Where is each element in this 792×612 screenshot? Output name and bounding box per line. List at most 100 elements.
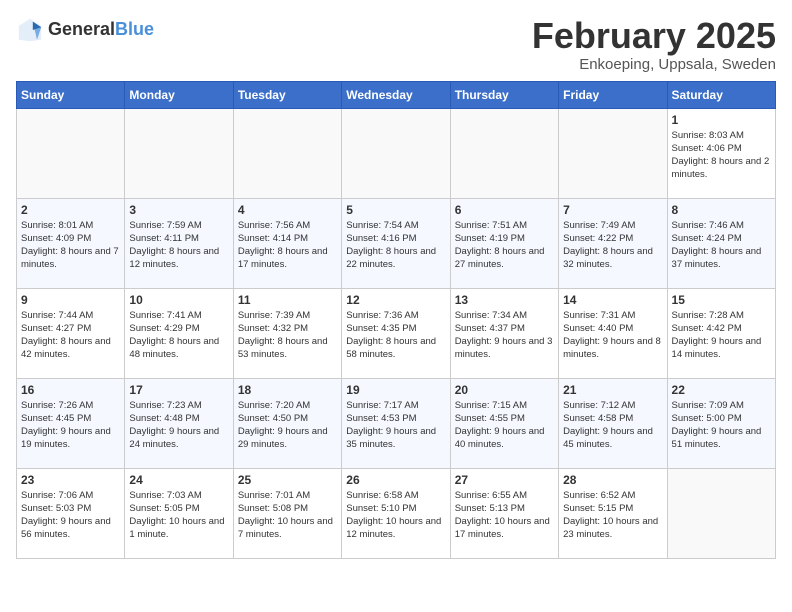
table-row: 6 Sunrise: 7:51 AM Sunset: 4:19 PM Daylig…	[450, 198, 558, 288]
day-detail: Sunrise: 7:01 AM Sunset: 5:08 PM Dayligh…	[238, 489, 337, 542]
table-row	[450, 108, 558, 198]
table-row: 13 Sunrise: 7:34 AM Sunset: 4:37 PM Dayli…	[450, 288, 558, 378]
logo-icon	[16, 16, 44, 44]
day-detail: Sunrise: 8:03 AM Sunset: 4:06 PM Dayligh…	[672, 129, 771, 182]
table-row	[667, 468, 775, 558]
table-row: 25 Sunrise: 7:01 AM Sunset: 5:08 PM Dayli…	[233, 468, 341, 558]
day-detail: Sunrise: 8:01 AM Sunset: 4:09 PM Dayligh…	[21, 219, 120, 272]
table-row: 26 Sunrise: 6:58 AM Sunset: 5:10 PM Dayli…	[342, 468, 450, 558]
day-detail: Sunrise: 7:09 AM Sunset: 5:00 PM Dayligh…	[672, 399, 771, 452]
table-row	[125, 108, 233, 198]
day-number: 11	[238, 293, 337, 307]
table-row	[233, 108, 341, 198]
day-detail: Sunrise: 7:06 AM Sunset: 5:03 PM Dayligh…	[21, 489, 120, 542]
day-number: 27	[455, 473, 554, 487]
logo: GeneralBlue	[16, 16, 154, 44]
day-number: 18	[238, 383, 337, 397]
col-saturday: Saturday	[667, 81, 775, 108]
calendar-header-row: Sunday Monday Tuesday Wednesday Thursday…	[17, 81, 776, 108]
col-friday: Friday	[559, 81, 667, 108]
day-detail: Sunrise: 7:36 AM Sunset: 4:35 PM Dayligh…	[346, 309, 445, 362]
table-row: 3 Sunrise: 7:59 AM Sunset: 4:11 PM Daylig…	[125, 198, 233, 288]
calendar-week-row: 9 Sunrise: 7:44 AM Sunset: 4:27 PM Daylig…	[17, 288, 776, 378]
table-row: 14Sunrise: 7:31 AM Sunset: 4:40 PM Dayli…	[559, 288, 667, 378]
table-row	[17, 108, 125, 198]
day-detail: Sunrise: 7:03 AM Sunset: 5:05 PM Dayligh…	[129, 489, 228, 542]
col-tuesday: Tuesday	[233, 81, 341, 108]
day-detail: Sunrise: 7:34 AM Sunset: 4:37 PM Dayligh…	[455, 309, 554, 362]
table-row: 12Sunrise: 7:36 AM Sunset: 4:35 PM Dayli…	[342, 288, 450, 378]
table-row: 16 Sunrise: 7:26 AM Sunset: 4:45 PM Dayli…	[17, 378, 125, 468]
day-detail: Sunrise: 7:49 AM Sunset: 4:22 PM Dayligh…	[563, 219, 662, 272]
day-detail: Sunrise: 7:39 AM Sunset: 4:32 PM Dayligh…	[238, 309, 337, 362]
table-row: 21 Sunrise: 7:12 AM Sunset: 4:58 PM Dayli…	[559, 378, 667, 468]
day-detail: Sunrise: 6:58 AM Sunset: 5:10 PM Dayligh…	[346, 489, 445, 542]
day-detail: Sunrise: 7:41 AM Sunset: 4:29 PM Dayligh…	[129, 309, 228, 362]
day-detail: Sunrise: 7:51 AM Sunset: 4:19 PM Dayligh…	[455, 219, 554, 272]
day-number: 13	[455, 293, 554, 307]
table-row: 20 Sunrise: 7:15 AM Sunset: 4:55 PM Dayli…	[450, 378, 558, 468]
col-sunday: Sunday	[17, 81, 125, 108]
day-detail: Sunrise: 7:17 AM Sunset: 4:53 PM Dayligh…	[346, 399, 445, 452]
calendar-subtitle: Enkoeping, Uppsala, Sweden	[532, 56, 776, 73]
calendar-week-row: 16 Sunrise: 7:26 AM Sunset: 4:45 PM Dayli…	[17, 378, 776, 468]
day-detail: Sunrise: 7:26 AM Sunset: 4:45 PM Dayligh…	[21, 399, 120, 452]
table-row: 1 Sunrise: 8:03 AM Sunset: 4:06 PM Daylig…	[667, 108, 775, 198]
day-number: 5	[346, 203, 445, 217]
day-number: 8	[672, 203, 771, 217]
day-number: 22	[672, 383, 771, 397]
table-row: 15Sunrise: 7:28 AM Sunset: 4:42 PM Dayli…	[667, 288, 775, 378]
calendar-week-row: 1 Sunrise: 8:03 AM Sunset: 4:06 PM Daylig…	[17, 108, 776, 198]
day-number: 26	[346, 473, 445, 487]
day-number: 24	[129, 473, 228, 487]
title-section: February 2025 Enkoeping, Uppsala, Sweden	[532, 16, 776, 73]
col-wednesday: Wednesday	[342, 81, 450, 108]
day-number: 20	[455, 383, 554, 397]
table-row: 18Sunrise: 7:20 AM Sunset: 4:50 PM Dayli…	[233, 378, 341, 468]
day-number: 28	[563, 473, 662, 487]
day-number: 1	[672, 113, 771, 127]
calendar-title: February 2025	[532, 16, 776, 56]
table-row: 17Sunrise: 7:23 AM Sunset: 4:48 PM Dayli…	[125, 378, 233, 468]
day-number: 2	[21, 203, 120, 217]
day-number: 4	[238, 203, 337, 217]
calendar-week-row: 23 Sunrise: 7:06 AM Sunset: 5:03 PM Dayli…	[17, 468, 776, 558]
table-row: 23 Sunrise: 7:06 AM Sunset: 5:03 PM Dayli…	[17, 468, 125, 558]
day-number: 21	[563, 383, 662, 397]
day-number: 9	[21, 293, 120, 307]
day-number: 16	[21, 383, 120, 397]
table-row: 24 Sunrise: 7:03 AM Sunset: 5:05 PM Dayli…	[125, 468, 233, 558]
calendar-table: Sunday Monday Tuesday Wednesday Thursday…	[16, 81, 776, 559]
table-row: 22 Sunrise: 7:09 AM Sunset: 5:00 PM Dayli…	[667, 378, 775, 468]
logo-text-block: GeneralBlue	[48, 20, 154, 40]
calendar-week-row: 2 Sunrise: 8:01 AM Sunset: 4:09 PM Daylig…	[17, 198, 776, 288]
table-row: 9 Sunrise: 7:44 AM Sunset: 4:27 PM Daylig…	[17, 288, 125, 378]
day-detail: Sunrise: 7:44 AM Sunset: 4:27 PM Dayligh…	[21, 309, 120, 362]
table-row: 11 Sunrise: 7:39 AM Sunset: 4:32 PM Dayli…	[233, 288, 341, 378]
day-number: 25	[238, 473, 337, 487]
table-row	[559, 108, 667, 198]
day-detail: Sunrise: 7:15 AM Sunset: 4:55 PM Dayligh…	[455, 399, 554, 452]
day-number: 23	[21, 473, 120, 487]
header: GeneralBlue February 2025 Enkoeping, Upp…	[16, 16, 776, 73]
day-detail: Sunrise: 7:12 AM Sunset: 4:58 PM Dayligh…	[563, 399, 662, 452]
day-number: 17	[129, 383, 228, 397]
day-detail: Sunrise: 7:56 AM Sunset: 4:14 PM Dayligh…	[238, 219, 337, 272]
table-row: 8 Sunrise: 7:46 AM Sunset: 4:24 PM Daylig…	[667, 198, 775, 288]
table-row	[342, 108, 450, 198]
table-row: 28Sunrise: 6:52 AM Sunset: 5:15 PM Dayli…	[559, 468, 667, 558]
table-row: 27 Sunrise: 6:55 AM Sunset: 5:13 PM Dayli…	[450, 468, 558, 558]
day-number: 6	[455, 203, 554, 217]
table-row: 19Sunrise: 7:17 AM Sunset: 4:53 PM Dayli…	[342, 378, 450, 468]
day-number: 14	[563, 293, 662, 307]
day-number: 7	[563, 203, 662, 217]
col-thursday: Thursday	[450, 81, 558, 108]
day-detail: Sunrise: 7:46 AM Sunset: 4:24 PM Dayligh…	[672, 219, 771, 272]
table-row: 7 Sunrise: 7:49 AM Sunset: 4:22 PM Daylig…	[559, 198, 667, 288]
day-detail: Sunrise: 7:59 AM Sunset: 4:11 PM Dayligh…	[129, 219, 228, 272]
day-detail: Sunrise: 6:55 AM Sunset: 5:13 PM Dayligh…	[455, 489, 554, 542]
day-detail: Sunrise: 7:28 AM Sunset: 4:42 PM Dayligh…	[672, 309, 771, 362]
logo-general: GeneralBlue	[48, 20, 154, 40]
day-number: 3	[129, 203, 228, 217]
table-row: 2 Sunrise: 8:01 AM Sunset: 4:09 PM Daylig…	[17, 198, 125, 288]
